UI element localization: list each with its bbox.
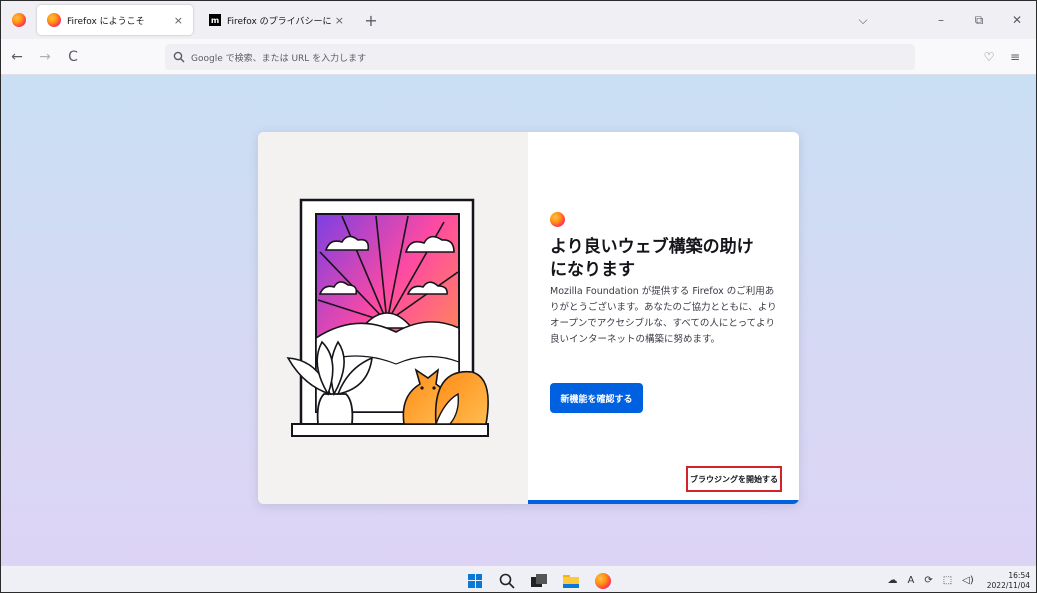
minimize-icon[interactable]: – — [922, 13, 960, 27]
headline-line: になります — [550, 260, 635, 280]
close-window-icon[interactable]: ✕ — [998, 13, 1036, 27]
firefox-logo-icon — [595, 572, 611, 589]
taskbar-search-button[interactable] — [491, 566, 523, 592]
pocket-icon[interactable]: ♡ — [976, 50, 1002, 64]
firefox-logo-icon — [550, 212, 565, 227]
task-view-icon — [531, 573, 547, 587]
close-tab-icon[interactable]: × — [174, 14, 183, 27]
message-panel: より良いウェブ構築の助け になります Mozilla Foundation が提… — [528, 132, 799, 504]
clock[interactable]: 16:54 2022/11/04 — [987, 571, 1030, 591]
tab-title: Firefox にようこそ — [67, 16, 145, 27]
task-view-button[interactable] — [523, 566, 555, 592]
tab-privacy-notice[interactable]: m Firefox のプライバシーに関する通知 × — [199, 5, 354, 35]
illustration-panel — [258, 132, 528, 504]
firefox-taskbar-button[interactable] — [587, 566, 619, 592]
new-tab-button[interactable]: + — [360, 11, 382, 30]
os-taskbar: ☁ A ⟳ ⬚ ◁) 16:54 2022/11/04 — [1, 565, 1036, 592]
folder-icon — [563, 574, 579, 588]
volume-icon[interactable]: ◁) — [962, 575, 974, 586]
search-icon — [499, 573, 515, 589]
tab-welcome[interactable]: Firefox にようこそ × — [37, 5, 193, 35]
file-explorer-button[interactable] — [555, 566, 587, 592]
description-text: Mozilla Foundation が提供する Firefox のご利用ありが… — [550, 286, 777, 345]
system-tray: ☁ A ⟳ ⬚ ◁) 16:54 2022/11/04 — [882, 566, 1030, 592]
mozilla-m-icon: m — [209, 14, 221, 26]
browser-window: Firefox にようこそ × m Firefox のプライバシーに関する通知 … — [0, 0, 1037, 593]
tab-list-chevron-icon[interactable]: ⌵ — [844, 13, 882, 28]
start-browsing-button[interactable]: ブラウジングを開始する — [686, 466, 782, 492]
search-icon — [173, 51, 185, 63]
ime-icon[interactable]: A — [907, 575, 914, 586]
reload-icon[interactable]: C — [61, 49, 85, 65]
page-content: より良いウェブ構築の助け になります Mozilla Foundation が提… — [1, 75, 1036, 565]
page-title: より良いウェブ構築の助け になります — [550, 236, 790, 282]
firefox-logo-icon — [12, 13, 26, 27]
url-bar[interactable]: Google で検索、または URL を入力します — [165, 44, 915, 70]
window-controls: ⌵ – ⧉ ✕ — [844, 1, 1036, 39]
clock-time: 16:54 — [1008, 570, 1030, 580]
sync-icon[interactable]: ⟳ — [924, 575, 932, 586]
taskbar-apps — [459, 566, 619, 592]
onboarding-card: より良いウェブ構築の助け になります Mozilla Foundation が提… — [258, 132, 799, 504]
windows-logo-icon — [468, 573, 482, 588]
back-arrow-icon[interactable]: ← — [5, 49, 29, 65]
clock-date: 2022/11/04 — [986, 580, 1030, 590]
url-bar-placeholder: Google で検索、または URL を入力します — [191, 53, 367, 64]
restore-icon[interactable]: ⧉ — [960, 13, 998, 28]
display-icon[interactable]: ⬚ — [943, 575, 952, 586]
window-fox-illustration — [286, 198, 489, 437]
navigation-toolbar: ← → C Google で検索、または URL を入力します ♡ ≡ — [1, 39, 1036, 75]
forward-arrow-icon[interactable]: → — [33, 49, 57, 65]
firefox-view-button[interactable] — [1, 1, 37, 39]
start-button[interactable] — [459, 566, 491, 592]
toolbar-right: ♡ ≡ — [976, 39, 1028, 75]
close-tab-icon[interactable]: × — [335, 14, 344, 27]
firefox-logo-icon — [47, 13, 61, 27]
onboarding-progress-bar — [528, 500, 799, 504]
hamburger-menu-icon[interactable]: ≡ — [1002, 50, 1028, 64]
cloud-icon[interactable]: ☁ — [887, 575, 897, 586]
tab-bar: Firefox にようこそ × m Firefox のプライバシーに関する通知 … — [1, 1, 1036, 39]
tab-title: Firefox のプライバシーに関する通知 — [227, 16, 331, 27]
see-whats-new-button[interactable]: 新機能を確認する — [550, 383, 643, 413]
headline-line: より良いウェブ構築の助け — [550, 237, 754, 257]
